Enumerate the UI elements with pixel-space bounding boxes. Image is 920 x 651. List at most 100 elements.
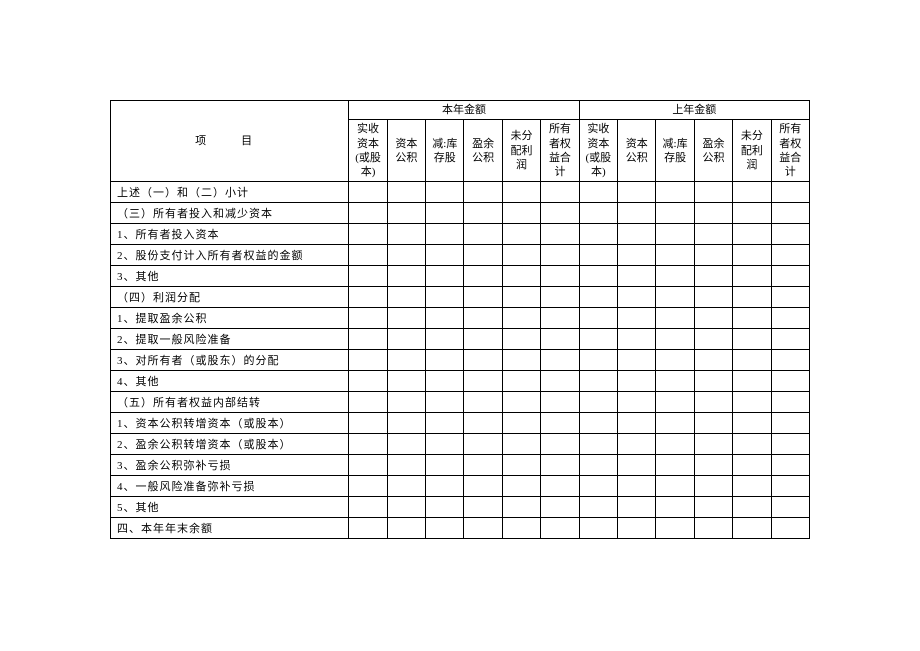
data-cell (694, 287, 732, 308)
data-cell (656, 455, 694, 476)
data-cell (771, 434, 809, 455)
data-cell (618, 413, 656, 434)
data-cell (464, 329, 502, 350)
data-cell (541, 329, 579, 350)
data-cell (502, 434, 540, 455)
data-cell (656, 476, 694, 497)
data-cell (349, 518, 387, 539)
data-cell (579, 371, 617, 392)
row-label: 2、盈余公积转增资本（或股本） (111, 434, 349, 455)
data-cell (541, 455, 579, 476)
data-cell (694, 224, 732, 245)
data-cell (771, 203, 809, 224)
data-cell (579, 455, 617, 476)
data-cell (694, 308, 732, 329)
data-cell (656, 266, 694, 287)
data-cell (349, 434, 387, 455)
table-row: 2、盈余公积转增资本（或股本） (111, 434, 810, 455)
data-cell (349, 224, 387, 245)
data-cell (426, 308, 464, 329)
data-cell (502, 497, 540, 518)
data-cell (502, 455, 540, 476)
row-label: 3、对所有者（或股东）的分配 (111, 350, 349, 371)
data-cell (656, 203, 694, 224)
data-cell (464, 182, 502, 203)
data-cell (464, 455, 502, 476)
data-cell (502, 308, 540, 329)
data-cell (541, 413, 579, 434)
data-cell (618, 518, 656, 539)
data-cell (426, 476, 464, 497)
data-cell (733, 224, 771, 245)
data-cell (618, 329, 656, 350)
data-cell (656, 182, 694, 203)
table-row: 3、对所有者（或股东）的分配 (111, 350, 810, 371)
data-cell (426, 203, 464, 224)
row-label: （四）利润分配 (111, 287, 349, 308)
data-cell (771, 413, 809, 434)
data-cell (694, 518, 732, 539)
data-cell (694, 329, 732, 350)
data-cell (502, 182, 540, 203)
data-cell (618, 350, 656, 371)
table-row: 4、其他 (111, 371, 810, 392)
data-cell (349, 455, 387, 476)
data-cell (771, 497, 809, 518)
data-cell (502, 287, 540, 308)
data-cell (349, 476, 387, 497)
data-cell (579, 329, 617, 350)
data-cell (771, 224, 809, 245)
data-cell (387, 350, 425, 371)
data-cell (426, 518, 464, 539)
data-cell (426, 434, 464, 455)
header-cy-c5: 未分配利润 (502, 120, 540, 182)
data-cell (541, 371, 579, 392)
header-py-c2: 资本公积 (618, 120, 656, 182)
data-cell (349, 392, 387, 413)
data-cell (618, 455, 656, 476)
data-cell (656, 350, 694, 371)
data-cell (502, 476, 540, 497)
data-cell (618, 476, 656, 497)
data-cell (387, 182, 425, 203)
equity-change-table: 项 目 本年金额 上年金额 实收资本(或股本) 资本公积 减:库存股 盈余公积 … (110, 100, 810, 539)
table-row: 1、所有者投入资本 (111, 224, 810, 245)
header-item: 项 目 (111, 101, 349, 182)
data-cell (387, 392, 425, 413)
data-cell (694, 476, 732, 497)
data-cell (618, 224, 656, 245)
data-cell (387, 245, 425, 266)
data-cell (387, 329, 425, 350)
data-cell (502, 392, 540, 413)
data-cell (694, 266, 732, 287)
data-cell (464, 266, 502, 287)
data-cell (771, 455, 809, 476)
data-cell (502, 350, 540, 371)
data-cell (618, 308, 656, 329)
data-cell (656, 224, 694, 245)
row-label: 2、提取一般风险准备 (111, 329, 349, 350)
data-cell (694, 392, 732, 413)
data-cell (464, 518, 502, 539)
data-cell (464, 350, 502, 371)
data-cell (656, 518, 694, 539)
data-cell (771, 476, 809, 497)
data-cell (733, 455, 771, 476)
row-label: 上述（一）和（二）小计 (111, 182, 349, 203)
row-label: 1、资本公积转增资本（或股本） (111, 413, 349, 434)
data-cell (771, 182, 809, 203)
data-cell (387, 413, 425, 434)
data-cell (733, 413, 771, 434)
data-cell (618, 434, 656, 455)
data-cell (656, 287, 694, 308)
header-py-c1: 实收资本(或股本) (579, 120, 617, 182)
data-cell (771, 350, 809, 371)
row-label: 4、其他 (111, 371, 349, 392)
data-cell (541, 497, 579, 518)
data-cell (733, 308, 771, 329)
data-cell (541, 266, 579, 287)
data-cell (464, 224, 502, 245)
data-cell (541, 308, 579, 329)
header-prior-year: 上年金额 (579, 101, 809, 120)
data-cell (656, 245, 694, 266)
